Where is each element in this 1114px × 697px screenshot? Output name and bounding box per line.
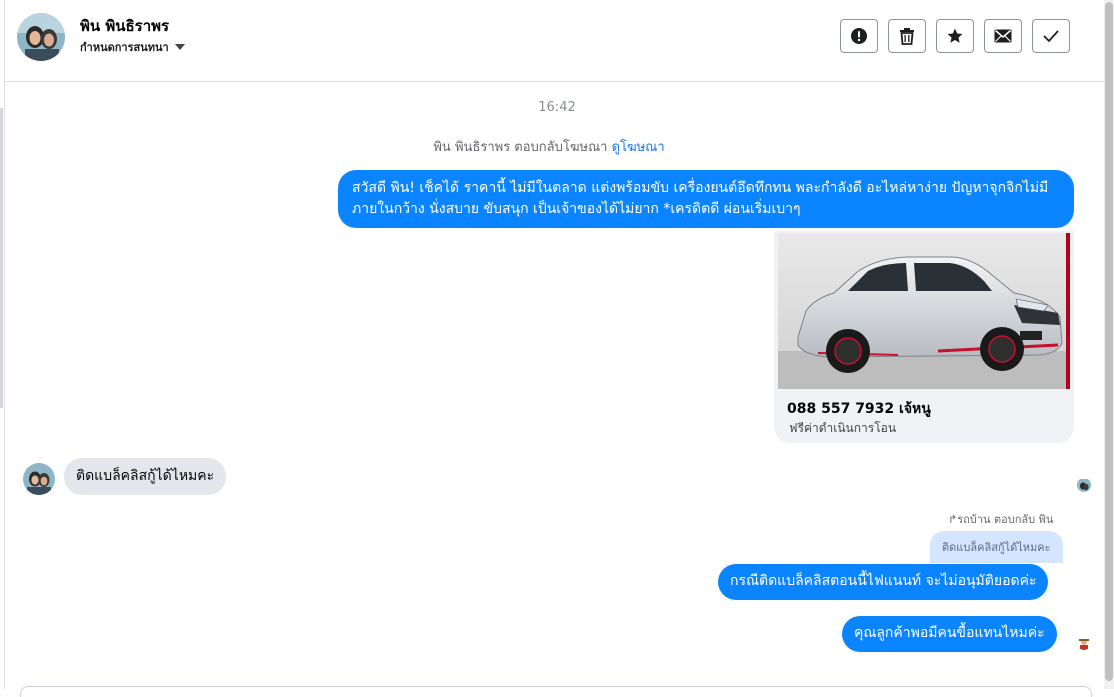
report-button[interactable]: [840, 19, 878, 53]
outgoing-message[interactable]: คุณลูกค้าพอมีคนขื้อแทนไหมค่ะ: [842, 616, 1057, 652]
message-timestamp: 16:42: [538, 100, 576, 115]
reply-label-text: รถบ้าน ตอบกลับ พิน: [957, 513, 1054, 526]
reply-arrow-icon: ↱: [948, 513, 958, 526]
ad-reply-text: พิน พินธิราพร ตอบกลับโฆษณา: [433, 140, 608, 155]
star-icon: [947, 28, 963, 43]
outgoing-message[interactable]: กรณีติดแบล็คลิสตอนนี้ไฟแนนท์ จะไม่อนุมัต…: [718, 564, 1049, 600]
conversation-status-label: กำหนดการสนทนา: [80, 41, 169, 54]
delete-button[interactable]: [888, 19, 926, 53]
quoted-message[interactable]: ติดแบล็คลิสกู้ได้ไหมคะ: [930, 531, 1063, 563]
exclamation-icon: [851, 28, 867, 44]
ad-card-title: 088 557 7932 เจ้หนู: [787, 401, 931, 417]
car-image[interactable]: [778, 233, 1070, 389]
conversation-status-dropdown[interactable]: กำหนดการสนทนา: [80, 38, 185, 56]
trash-icon: [900, 28, 914, 45]
ad-card-subtitle: ฟรีค่าดำเนินการโอน: [789, 421, 897, 435]
contact-name[interactable]: พิน พินธิราพร: [80, 14, 169, 38]
sender-avatar-small: [1077, 636, 1091, 650]
check-icon: [1043, 30, 1059, 43]
reply-indicator: ↱รถบ้าน ตอบกลับ พิน: [948, 510, 1053, 528]
outgoing-message[interactable]: สวัสดี พิน! เช็คได้ ราคานี้ ไม่มีในตลาด …: [338, 170, 1074, 228]
contact-avatar-small[interactable]: [23, 463, 55, 495]
ad-reply-note: พิน พินธิราพร ตอบกลับโฆษณา ดูโฆษณา: [0, 136, 1098, 157]
star-button[interactable]: [936, 19, 974, 53]
incoming-message[interactable]: ติดแบล็คลิสกู้ได้ไหมคะ: [64, 458, 227, 495]
mark-done-button[interactable]: [1032, 19, 1070, 53]
ad-attachment-card[interactable]: 088 557 7932 เจ้หนู ฟรีค่าดำเนินการโอน: [774, 231, 1074, 443]
contact-avatar[interactable]: [17, 13, 65, 61]
view-ad-link[interactable]: ดูโฆษณา: [612, 140, 665, 155]
envelope-icon: [994, 29, 1012, 43]
chevron-down-icon: [174, 44, 185, 50]
seen-avatar: [1077, 478, 1091, 492]
mark-unread-button[interactable]: [984, 19, 1022, 53]
message-composer[interactable]: [20, 686, 1092, 697]
